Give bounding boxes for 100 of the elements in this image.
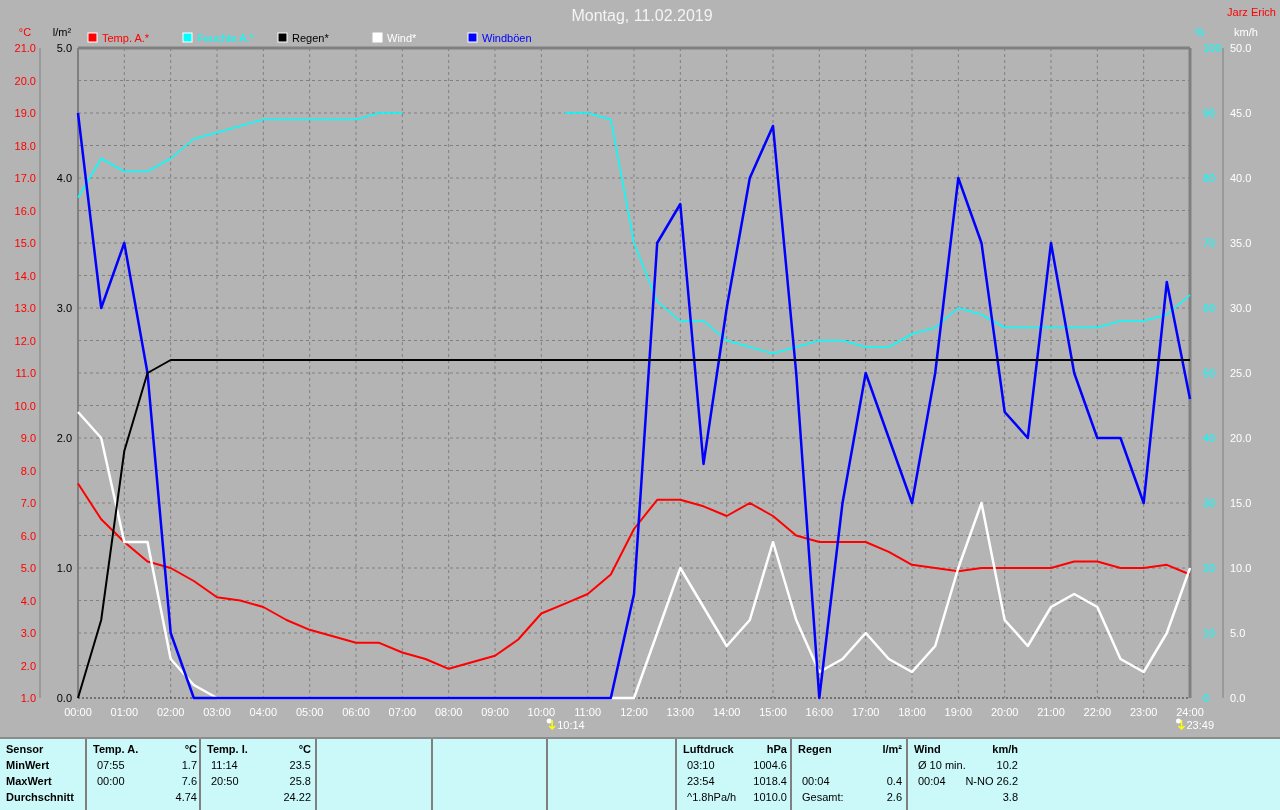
legend-label: Windböen bbox=[482, 32, 532, 44]
time-cell-text: ^1.8hPa/h bbox=[687, 791, 737, 805]
column-header: Temp. A. bbox=[93, 743, 139, 757]
time-axis-label: 03:00 bbox=[203, 706, 231, 718]
axis-unit: °C bbox=[18, 26, 32, 38]
axis-tick-label: 60 bbox=[1203, 302, 1216, 314]
time-axis-label: 23:00 bbox=[1129, 706, 1158, 718]
time-cell-text: 00:04 bbox=[918, 775, 946, 789]
time-axis-label: 14:00 bbox=[712, 706, 741, 718]
value-cell-text: 25.8 bbox=[289, 775, 311, 789]
axis-tick-label: 20.0 bbox=[1230, 432, 1252, 444]
axis-tick-label: 13.0 bbox=[14, 302, 36, 314]
axis-tick-label: 40.0 bbox=[1230, 172, 1252, 184]
time-axis-label: 04:00 bbox=[249, 706, 278, 718]
marker-arrow-icon bbox=[1176, 718, 1186, 731]
axis-tick-label: 19.0 bbox=[14, 107, 36, 119]
time-axis-label: 16:00 bbox=[805, 706, 834, 718]
row-label: Sensor bbox=[6, 743, 45, 757]
time-axis-label: 06:00 bbox=[342, 706, 370, 718]
axis-tick-label: 1.0 bbox=[56, 562, 72, 574]
axis-tick-label: 21.0 bbox=[14, 42, 36, 54]
time-axis-label: 19:00 bbox=[944, 706, 973, 718]
axis-tick-label: 7.0 bbox=[20, 497, 36, 509]
value-cell-text: 4.74 bbox=[175, 791, 197, 805]
axis-tick-label: 35.0 bbox=[1230, 237, 1252, 249]
time-axis-label: 11:00 bbox=[574, 706, 602, 718]
time-axis-label: 15:00 bbox=[759, 706, 787, 718]
legend-label: Temp. A.* bbox=[102, 32, 150, 44]
value-cell-text: 24.22 bbox=[283, 791, 311, 805]
axis-unit: km/h bbox=[1234, 26, 1258, 38]
value-cell-text: 1018.4 bbox=[753, 775, 787, 789]
time-cell-text: 20:50 bbox=[211, 775, 239, 789]
row-label: MinWert bbox=[6, 759, 51, 773]
axis-tick-label: 3.0 bbox=[56, 302, 72, 314]
value-cell-text: 10.2 bbox=[996, 759, 1018, 773]
axis-tick-label: 1.0 bbox=[20, 692, 36, 704]
time-cell-text: Gesamt: bbox=[802, 791, 844, 805]
marker-arrow-icon bbox=[546, 718, 556, 731]
axis-unit: l/m² bbox=[52, 26, 72, 38]
unit-label: °C bbox=[184, 743, 197, 757]
time-cell-text: 11:14 bbox=[211, 759, 238, 773]
axis-tick-label: 2.0 bbox=[20, 659, 36, 672]
axis-tick-label: 0.0 bbox=[1230, 692, 1246, 704]
row-label: MaxWert bbox=[6, 775, 53, 789]
axis-tick-label: 45.0 bbox=[1230, 107, 1252, 119]
time-axis-label: 09:00 bbox=[481, 706, 509, 718]
axis-tick-label: 10.0 bbox=[14, 399, 36, 412]
time-cell-text: 00:00 bbox=[97, 775, 125, 789]
time-axis-label: 22:00 bbox=[1083, 706, 1112, 718]
time-axis-label: 20:00 bbox=[990, 706, 1019, 718]
axis-tick-label: 6.0 bbox=[20, 529, 36, 542]
legend-label: Feuchte A.* bbox=[197, 32, 254, 44]
axis-tick-label: 8.0 bbox=[20, 464, 36, 477]
unit-label: hPa bbox=[766, 743, 787, 757]
time-axis-label: 13:00 bbox=[666, 706, 695, 718]
value-cell-text: 0.4 bbox=[886, 775, 902, 789]
time-axis-label: 21:00 bbox=[1037, 706, 1065, 718]
axis-tick-label: 5.0 bbox=[56, 42, 72, 54]
time-axis-label: 05:00 bbox=[295, 706, 324, 718]
axis-tick-label: 70 bbox=[1203, 237, 1216, 249]
time-cell-text: Ø 10 min. bbox=[918, 759, 966, 773]
axis-tick-label: 100 bbox=[1203, 42, 1222, 54]
axis-tick-label: 14.0 bbox=[14, 269, 36, 282]
axis-tick-label: 5.0 bbox=[20, 562, 36, 574]
axis-tick-label: 10 bbox=[1203, 627, 1216, 639]
axis-tick-label: 18.0 bbox=[14, 139, 36, 152]
time-axis-label: 24:00 bbox=[1176, 706, 1204, 718]
legend-label: Regen* bbox=[292, 32, 329, 44]
axis-tick-label: 4.0 bbox=[56, 172, 72, 184]
axis-unit: % bbox=[1195, 26, 1205, 38]
value-cell-text: 7.6 bbox=[181, 775, 197, 789]
time-axis-label: 12:00 bbox=[620, 706, 648, 718]
axis-tick-label: 15.0 bbox=[1230, 497, 1252, 509]
value-cell-text: 2.6 bbox=[886, 791, 902, 805]
axis-tick-label: 50.0 bbox=[1230, 42, 1252, 54]
axis-tick-label: 4.0 bbox=[20, 594, 36, 607]
value-cell-text: 3.8 bbox=[1002, 791, 1018, 805]
axis-tick-label: 3.0 bbox=[20, 627, 36, 639]
time-axis-label: 07:00 bbox=[388, 706, 417, 718]
axis-tick-label: 50 bbox=[1203, 367, 1216, 379]
time-axis-label: 10:00 bbox=[527, 706, 556, 718]
column-header: Regen bbox=[798, 743, 832, 757]
axis-tick-label: 16.0 bbox=[14, 204, 36, 217]
marker-time: 10:14 bbox=[557, 719, 585, 731]
axis-tick-label: 30 bbox=[1203, 497, 1216, 509]
time-axis-label: 02:00 bbox=[156, 706, 185, 718]
time-cell-text: 23:54 bbox=[687, 775, 715, 789]
author-name: Jarz Erich bbox=[1227, 6, 1276, 18]
unit-label: km/h bbox=[992, 743, 1018, 757]
row-label: Durchschnitt bbox=[6, 791, 75, 805]
marker-time: 23:49 bbox=[1186, 719, 1215, 731]
value-cell-text: 1010.0 bbox=[753, 791, 787, 805]
axis-tick-label: 90 bbox=[1203, 107, 1216, 119]
axis-tick-label: 0 bbox=[1203, 692, 1210, 704]
axis-tick-label: 25.0 bbox=[1230, 367, 1252, 379]
axis-tick-label: 0.0 bbox=[56, 692, 72, 704]
axis-tick-label: 11.0 bbox=[15, 367, 36, 379]
time-cell-text: 03:10 bbox=[687, 759, 715, 773]
axis-tick-label: 20.0 bbox=[14, 74, 36, 87]
time-axis-label: 00:00 bbox=[64, 706, 92, 718]
